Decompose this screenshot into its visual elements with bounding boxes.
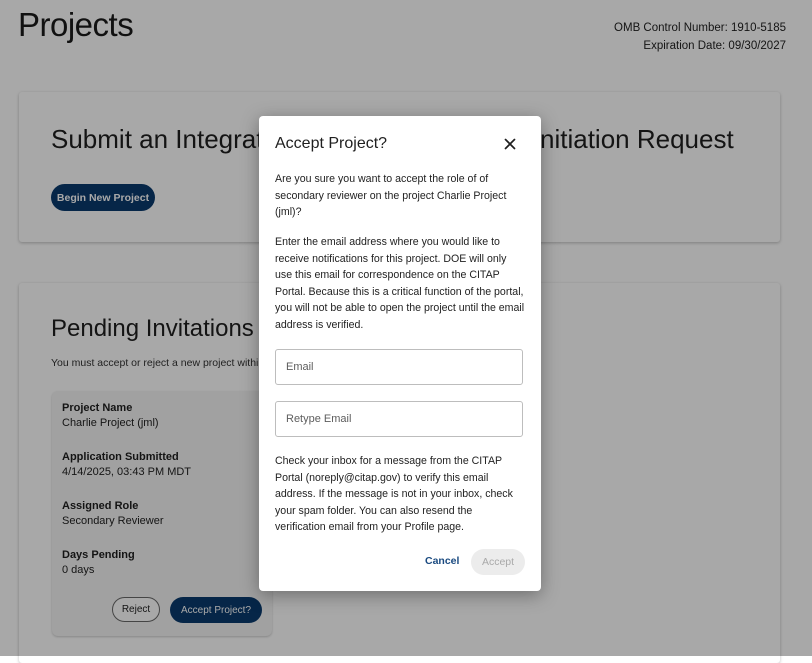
- email-instructions-text: Enter the email address where you would …: [275, 236, 525, 331]
- email-input[interactable]: [275, 349, 523, 385]
- accept-project-dialog: Accept Project? Are you sure you want to…: [259, 116, 541, 591]
- dialog-title: Accept Project?: [275, 135, 388, 152]
- confirm-text: Are you sure you want to accept the role…: [275, 173, 507, 218]
- close-icon[interactable]: [499, 133, 521, 155]
- close-icon-graphic: [504, 138, 516, 150]
- retype-email-input[interactable]: [275, 401, 523, 437]
- verification-text: Check your inbox for a message from the …: [275, 455, 513, 533]
- accept-button[interactable]: Accept: [471, 549, 525, 575]
- cancel-button[interactable]: Cancel: [425, 555, 459, 567]
